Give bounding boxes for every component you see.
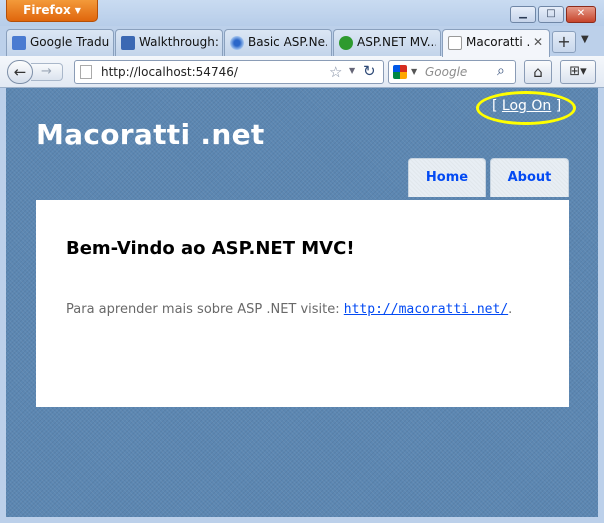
back-forward-group: → ← xyxy=(7,60,67,84)
google-icon[interactable] xyxy=(393,65,407,79)
minimize-button[interactable]: ▁ xyxy=(510,6,536,23)
close-window-button[interactable]: ✕ xyxy=(566,6,596,23)
search-icon[interactable]: ⌕ xyxy=(497,63,505,79)
site-title: Macoratti .net xyxy=(36,118,265,151)
green-arrow-icon xyxy=(339,36,353,50)
page-icon xyxy=(80,65,92,79)
web-page: [ Log On ] Macoratti .net Home About Bem… xyxy=(6,88,598,517)
aspnet-icon xyxy=(230,36,244,50)
firefox-menu-button[interactable]: Firefox ▼ xyxy=(6,0,98,22)
forward-button[interactable]: → xyxy=(31,63,63,81)
tab-label: ASP.NET MV... xyxy=(357,35,436,49)
reload-icon[interactable]: ↻ xyxy=(363,62,376,80)
back-button[interactable]: ← xyxy=(7,60,33,84)
bookmark-star-icon[interactable]: ☆ xyxy=(329,63,342,81)
menu-home[interactable]: Home xyxy=(408,158,486,197)
tab-label: Macoratti ... xyxy=(466,35,531,49)
addons-button[interactable]: ⊞▾ xyxy=(560,60,596,84)
login-display: [ Log On ] xyxy=(492,98,561,114)
home-button[interactable]: ⌂ xyxy=(524,60,552,84)
chevron-down-icon[interactable]: ▼ xyxy=(411,67,417,76)
tab-label: Basic ASP.Ne... xyxy=(248,35,327,49)
url-bar[interactable]: http://localhost:54746/ ☆ ▼ ↻ xyxy=(74,60,384,84)
search-bar[interactable]: ▼ Google ⌕ xyxy=(388,60,516,84)
chevron-down-icon: ▼ xyxy=(74,6,81,15)
main-content: Bem-Vindo ao ASP.NET MVC! Para aprender … xyxy=(36,200,569,407)
tab-label: Google Tradu... xyxy=(30,35,109,49)
new-tab-button[interactable]: + xyxy=(552,31,576,53)
firefox-menu-label: Firefox xyxy=(23,3,71,17)
navigation-toolbar: → ← http://localhost:54746/ ☆ ▼ ↻ ▼ Goog… xyxy=(0,56,604,88)
google-translate-icon xyxy=(12,36,26,50)
window-titlebar: Firefox ▼ ▁ □ ✕ xyxy=(0,0,604,26)
page-icon xyxy=(448,36,462,50)
maximize-button[interactable]: □ xyxy=(538,6,564,23)
login-open-bracket: [ xyxy=(492,98,498,114)
tab-macoratti[interactable]: Macoratti ... ✕ xyxy=(442,29,550,57)
login-close-bracket: ] xyxy=(555,98,562,114)
tab-aspnet-mvc[interactable]: ASP.NET MV... xyxy=(333,29,441,56)
intro-paragraph: Para aprender mais sobre ASP .NET visite… xyxy=(66,302,512,317)
tab-label: Walkthrough:... xyxy=(139,35,218,49)
page-heading: Bem-Vindo ao ASP.NET MVC! xyxy=(66,238,355,259)
tab-walkthrough[interactable]: Walkthrough:... xyxy=(115,29,223,56)
intro-text: Para aprender mais sobre ASP .NET visite… xyxy=(66,302,344,317)
log-on-link[interactable]: Log On xyxy=(502,98,551,114)
url-text[interactable]: http://localhost:54746/ xyxy=(101,65,238,79)
search-placeholder: Google xyxy=(425,65,468,79)
tab-google-translate[interactable]: Google Tradu... xyxy=(6,29,114,56)
macoratti-link[interactable]: http://macoratti.net/ xyxy=(344,302,508,317)
tab-strip: Google Tradu... Walkthrough:... Basic AS… xyxy=(0,26,604,57)
history-dropdown-icon[interactable]: ▼ xyxy=(349,66,355,75)
list-all-tabs-icon[interactable]: ▼ xyxy=(581,34,589,45)
visual-studio-icon xyxy=(121,36,135,50)
close-tab-icon[interactable]: ✕ xyxy=(533,35,543,49)
menu-about[interactable]: About xyxy=(490,158,569,197)
intro-period: . xyxy=(508,302,513,317)
tab-basic-aspnet[interactable]: Basic ASP.Ne... xyxy=(224,29,332,56)
